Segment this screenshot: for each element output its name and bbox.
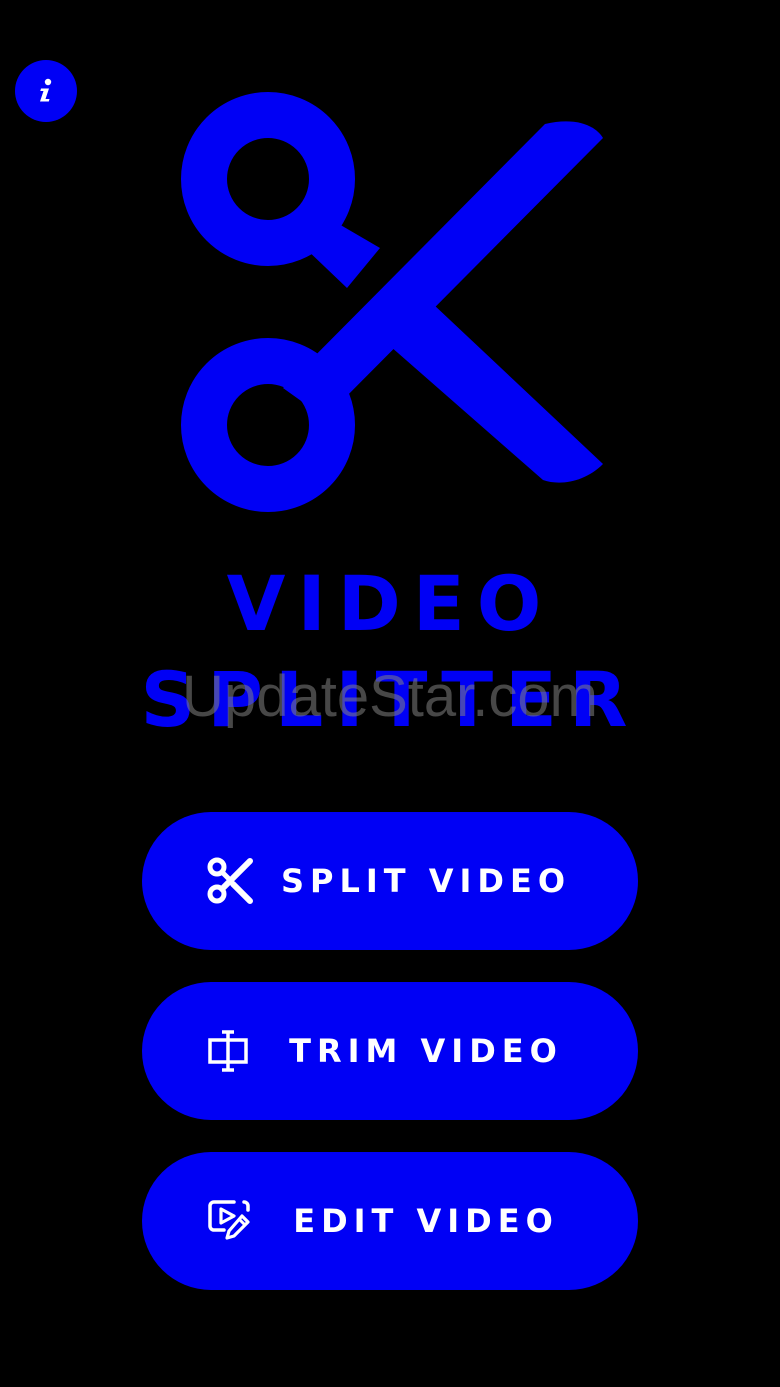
info-button[interactable] — [15, 60, 77, 122]
app-title-line-2: SPLITTER — [140, 655, 640, 744]
edit-video-icon — [204, 1196, 254, 1246]
scissors-logo-icon — [175, 88, 605, 518]
edit-video-button[interactable]: EDIT VIDEO — [142, 1152, 638, 1290]
trim-icon — [204, 1026, 254, 1076]
trim-video-label: TRIM VIDEO — [289, 1032, 563, 1070]
split-video-label: SPLIT VIDEO — [280, 862, 572, 900]
scissors-icon — [204, 856, 254, 906]
edit-video-label: EDIT VIDEO — [293, 1202, 559, 1240]
trim-video-button[interactable]: TRIM VIDEO — [142, 982, 638, 1120]
split-video-button[interactable]: SPLIT VIDEO — [142, 812, 638, 950]
app-title-line-1: VIDEO — [226, 559, 554, 648]
info-icon — [31, 76, 61, 106]
